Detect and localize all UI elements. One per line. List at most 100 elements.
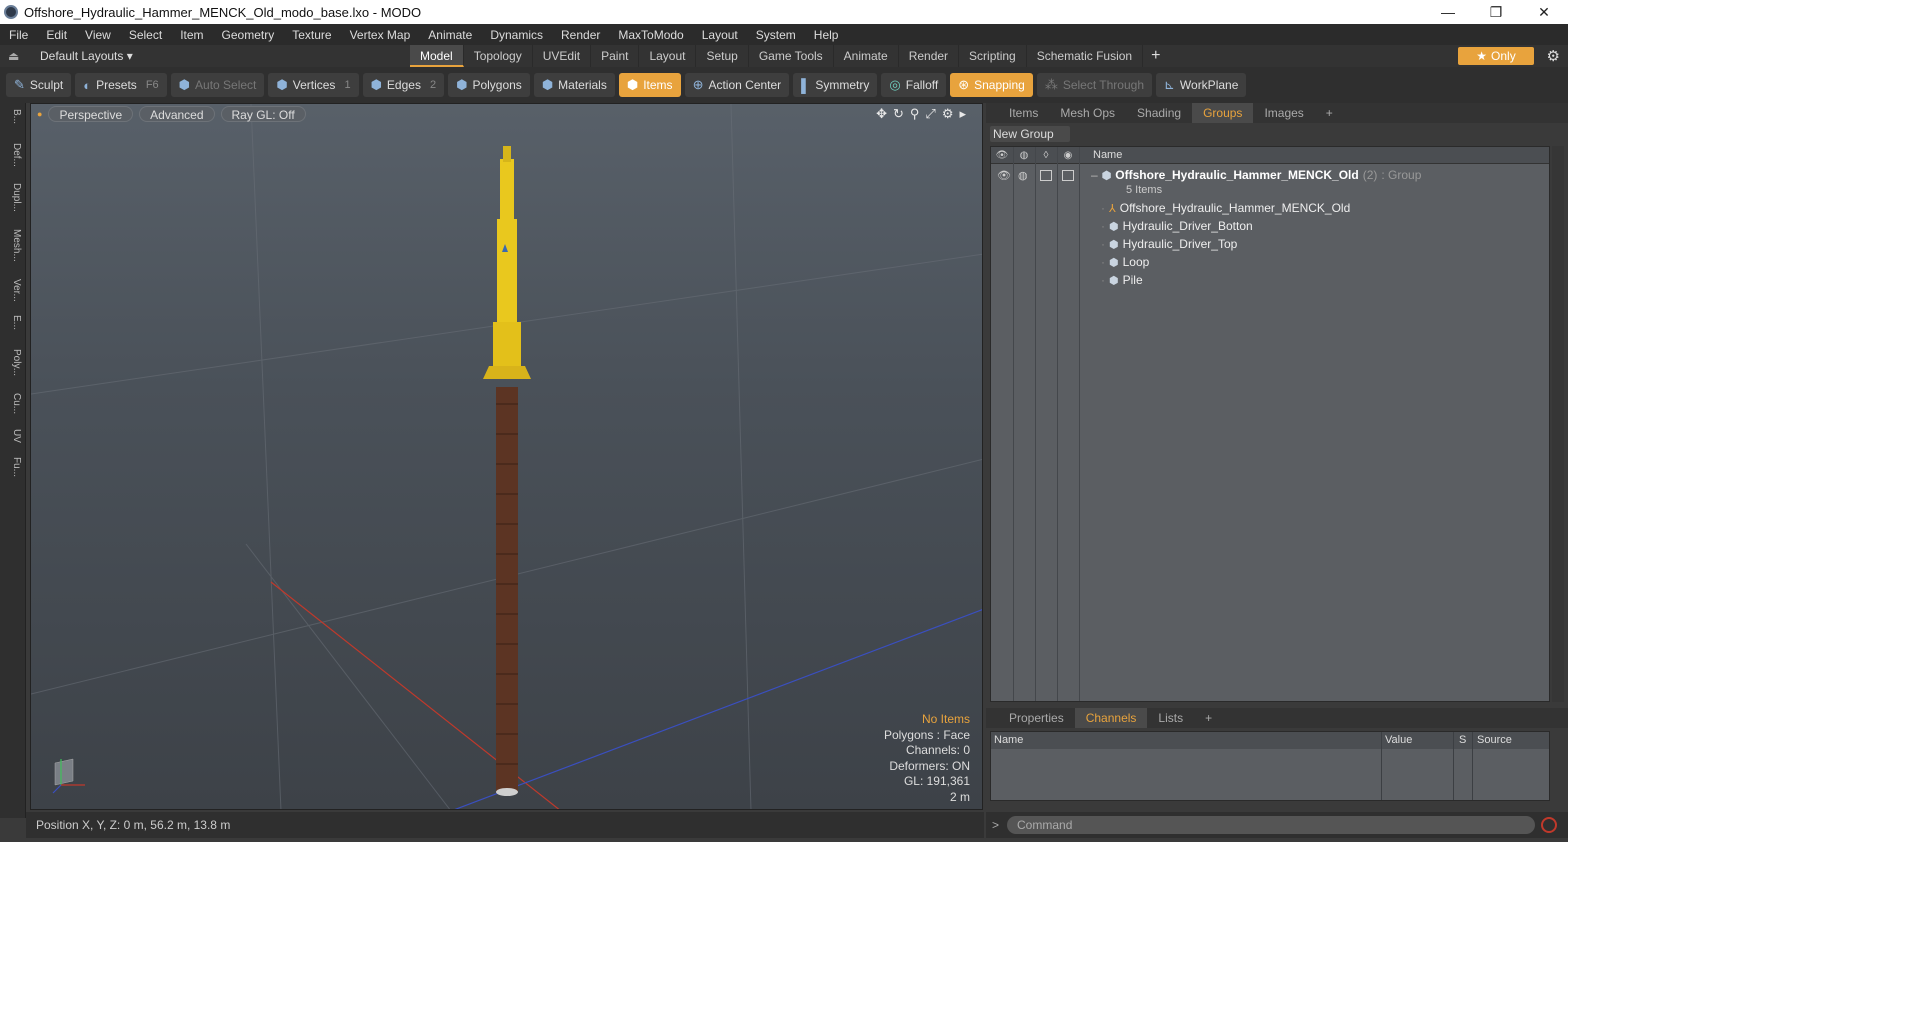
gear-icon[interactable]: ⚙ <box>1547 47 1560 65</box>
list-item[interactable]: · ⬢ Pile <box>991 271 1549 289</box>
tab-render[interactable]: Render <box>899 45 960 67</box>
layout-home-icon[interactable]: ⏏ <box>8 49 19 63</box>
perspective-button[interactable]: Perspective <box>48 106 134 122</box>
menu-system[interactable]: System <box>747 28 805 42</box>
hammer-driver-bottom[interactable] <box>493 322 521 372</box>
menu-maxtomodo[interactable]: MaxToModo <box>609 28 692 42</box>
falloff-button[interactable]: ◎ Falloff <box>881 73 947 97</box>
workplane-button[interactable]: ⊾ WorkPlane <box>1156 73 1247 97</box>
snapping-button[interactable]: ⊛ Snapping <box>950 73 1033 97</box>
tab-shading[interactable]: Shading <box>1126 103 1192 123</box>
menu-view[interactable]: View <box>76 28 120 42</box>
tab-properties[interactable]: Properties <box>998 708 1075 728</box>
menu-render[interactable]: Render <box>552 28 609 42</box>
vtab-duplicate[interactable]: Dupl... <box>4 183 22 212</box>
symmetry-button[interactable]: ▌ Symmetry <box>793 73 878 97</box>
tab-channels[interactable]: Channels <box>1074 708 1148 728</box>
vtab-basic[interactable]: B... <box>4 109 22 124</box>
minimize-button[interactable]: — <box>1424 0 1472 24</box>
viewport-settings-icon[interactable]: ⚙ <box>942 106 954 122</box>
maximize-button[interactable]: ❐ <box>1472 0 1520 24</box>
viewport-dot-icon[interactable]: ● <box>37 109 42 119</box>
vtab-vertex[interactable]: Ver... <box>4 279 22 302</box>
only-toggle-button[interactable]: ★ Only <box>1458 47 1534 65</box>
list-item[interactable]: · ⬢ Hydraulic_Driver_Top <box>991 235 1549 253</box>
items-button[interactable]: ⬢ Items <box>618 73 681 97</box>
tab-animate[interactable]: Animate <box>834 45 899 67</box>
default-layouts-dropdown[interactable]: Default Layouts ▾ <box>40 49 410 63</box>
auto-select-button[interactable]: ⬢ Auto Select <box>170 73 265 97</box>
raygl-button[interactable]: Ray GL: Off <box>220 106 306 122</box>
vtab-mesh[interactable]: Mesh... <box>4 229 22 262</box>
list-item[interactable]: · ⅄ Offshore_Hydraulic_Hammer_MENCK_Old <box>991 199 1549 217</box>
zoom-icon[interactable]: ⚲ <box>910 106 920 122</box>
lock-checkbox[interactable] <box>1040 169 1052 181</box>
select-column-icon[interactable]: ◉ <box>1057 150 1079 161</box>
advanced-button[interactable]: Advanced <box>139 106 215 122</box>
eye-icon[interactable]: 👁 <box>997 169 1011 182</box>
command-input[interactable] <box>1007 816 1536 834</box>
presets-button[interactable]: ◐ Presets F6 <box>75 73 167 97</box>
vertices-button[interactable]: ⬢ Vertices 1 <box>268 73 359 97</box>
pan-icon[interactable]: ✥ <box>876 106 887 122</box>
select-through-button[interactable]: ⁂ Select Through <box>1036 73 1152 97</box>
viewport-expand-icon[interactable]: ▸ <box>959 106 966 122</box>
tab-topology[interactable]: Topology <box>464 45 533 67</box>
fit-icon[interactable]: ⤢ <box>925 106 935 122</box>
list-item[interactable]: · ⬢ Hydraulic_Driver_Botton <box>991 217 1549 235</box>
new-group-button[interactable]: New Group <box>990 126 1070 142</box>
collapse-icon[interactable]: – <box>1091 168 1098 182</box>
menu-edit[interactable]: Edit <box>37 28 76 42</box>
tab-paint[interactable]: Paint <box>591 45 640 67</box>
tab-images[interactable]: Images <box>1253 103 1314 123</box>
visibility-column-icon[interactable]: 👁 <box>991 150 1013 161</box>
hammer-body[interactable] <box>497 219 517 329</box>
polygons-button[interactable]: ⬢ Polygons <box>448 73 530 97</box>
render-icon[interactable]: ◍ <box>1018 169 1028 182</box>
hammer-driver-top[interactable] <box>500 159 514 219</box>
materials-button[interactable]: ⬢ Materials <box>533 73 615 97</box>
tab-game-tools[interactable]: Game Tools <box>749 45 834 67</box>
tab-model[interactable]: Model <box>410 45 464 67</box>
menu-dynamics[interactable]: Dynamics <box>481 28 552 42</box>
tab-schematic-fusion[interactable]: Schematic Fusion <box>1027 45 1144 67</box>
3d-viewport[interactable]: ● Perspective Advanced Ray GL: Off ✥ ↻ ⚲… <box>30 103 983 810</box>
vtab-polygon[interactable]: Poly... <box>4 349 22 376</box>
sculpt-button[interactable]: ✎ Sculpt <box>6 73 72 97</box>
tab-groups[interactable]: Groups <box>1192 103 1254 123</box>
add-panel-tab-button[interactable]: + <box>1315 103 1344 123</box>
menu-select[interactable]: Select <box>120 28 171 42</box>
menu-vertex-map[interactable]: Vertex Map <box>341 28 420 42</box>
menu-layout[interactable]: Layout <box>693 28 747 42</box>
groups-scrollbar[interactable] <box>1552 146 1564 702</box>
rotate-icon[interactable]: ↻ <box>893 106 904 122</box>
tab-setup[interactable]: Setup <box>696 45 749 67</box>
tab-mesh-ops[interactable]: Mesh Ops <box>1049 103 1126 123</box>
menu-animate[interactable]: Animate <box>419 28 481 42</box>
tab-lists[interactable]: Lists <box>1147 708 1194 728</box>
add-layout-tab-button[interactable]: + <box>1143 47 1168 65</box>
hammer-loop[interactable] <box>483 366 531 379</box>
action-center-button[interactable]: ⊕ Action Center <box>684 73 790 97</box>
tab-items[interactable]: Items <box>998 103 1049 123</box>
select-checkbox[interactable] <box>1062 169 1074 181</box>
menu-help[interactable]: Help <box>805 28 848 42</box>
render-column-icon[interactable]: ◍ <box>1013 150 1035 161</box>
vtab-edge[interactable]: E... <box>4 315 22 330</box>
edges-button[interactable]: ⬢ Edges 2 <box>362 73 445 97</box>
add-channels-tab-button[interactable]: + <box>1194 708 1223 728</box>
tab-scripting[interactable]: Scripting <box>959 45 1027 67</box>
lock-column-icon[interactable]: ◊ <box>1035 150 1057 161</box>
menu-geometry[interactable]: Geometry <box>213 28 284 42</box>
pile-mesh[interactable] <box>496 387 518 792</box>
list-item[interactable]: · ⬢ Loop <box>991 253 1549 271</box>
close-button[interactable]: ✕ <box>1520 0 1568 24</box>
vtab-fusion[interactable]: Fu... <box>4 457 22 477</box>
menu-file[interactable]: File <box>0 28 37 42</box>
menu-texture[interactable]: Texture <box>283 28 340 42</box>
menu-item[interactable]: Item <box>171 28 212 42</box>
vtab-curve[interactable]: Cu... <box>4 393 22 414</box>
record-macro-icon[interactable] <box>1541 817 1558 833</box>
tab-layout[interactable]: Layout <box>639 45 697 67</box>
tab-uvedit[interactable]: UVEdit <box>533 45 592 67</box>
